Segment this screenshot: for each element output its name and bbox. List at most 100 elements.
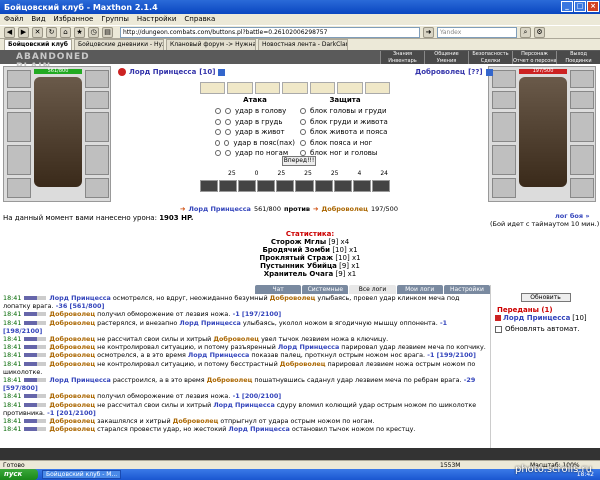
group-icon[interactable]: ▤ bbox=[102, 26, 113, 38]
defense-radio[interactable] bbox=[300, 139, 306, 146]
search-input[interactable]: Yandex bbox=[437, 26, 517, 38]
log-actor[interactable]: Доброволец bbox=[49, 310, 95, 318]
attack-radio[interactable] bbox=[225, 129, 231, 136]
ability-icon[interactable] bbox=[219, 180, 238, 192]
start-button[interactable]: пуск bbox=[0, 469, 38, 480]
log-actor[interactable]: Доброволец bbox=[49, 425, 95, 433]
earring-slot[interactable] bbox=[85, 70, 109, 88]
ability-icon[interactable] bbox=[257, 180, 276, 192]
log-target[interactable]: Лорд Принцесса bbox=[179, 319, 240, 327]
spell-slot[interactable] bbox=[337, 82, 363, 94]
log-actor[interactable]: Лорд Принцесса bbox=[49, 376, 110, 384]
favorites-icon[interactable]: ★ bbox=[74, 26, 85, 38]
defense-radio[interactable] bbox=[300, 108, 306, 115]
log-target[interactable]: Лорд Принцесса bbox=[228, 425, 289, 433]
address-input[interactable]: http://dungeon.combats.com/buttons.pl?ba… bbox=[120, 26, 420, 38]
ability-icon[interactable] bbox=[333, 180, 352, 192]
fight-log-link[interactable]: лог боя » bbox=[555, 212, 590, 220]
tab-system[interactable]: Системные сообщения bbox=[302, 285, 349, 302]
log-target[interactable]: Лорд Принцесса bbox=[278, 343, 339, 351]
enemy-info-icon[interactable] bbox=[485, 68, 493, 76]
player-name-vs[interactable]: Лорд Принцесса bbox=[188, 205, 251, 213]
tab-chat[interactable]: Чат bbox=[255, 285, 302, 294]
spell-slot[interactable] bbox=[309, 82, 336, 94]
member-name[interactable]: Лорд Принцесса bbox=[503, 314, 570, 322]
menu-favorites[interactable]: Избранное bbox=[54, 15, 94, 24]
attack-radio[interactable] bbox=[215, 118, 221, 125]
menu-groups[interactable]: Группы bbox=[101, 15, 129, 24]
ability-icon[interactable] bbox=[276, 180, 295, 192]
tab-all-logs[interactable]: Все логи bbox=[349, 285, 396, 294]
history-icon[interactable]: ◷ bbox=[88, 26, 99, 38]
ability-icon[interactable] bbox=[295, 180, 314, 192]
search-icon[interactable]: ⌕ bbox=[520, 26, 531, 38]
menu-file[interactable]: Файл bbox=[4, 15, 23, 24]
attack-radio[interactable] bbox=[225, 108, 231, 115]
tab-my-logs[interactable]: Мои логи bbox=[396, 285, 443, 294]
menu-help[interactable]: Справка bbox=[184, 15, 215, 24]
log-actor[interactable]: Доброволец bbox=[49, 335, 95, 343]
legs-slot[interactable] bbox=[85, 145, 109, 175]
attack-radio[interactable] bbox=[225, 150, 231, 157]
log-target[interactable]: Доброволец bbox=[213, 335, 259, 343]
attack-radio[interactable] bbox=[215, 150, 221, 157]
attack-radio[interactable] bbox=[224, 139, 230, 146]
refresh-button[interactable]: Обновить bbox=[520, 293, 571, 302]
player-avatar[interactable] bbox=[34, 77, 82, 187]
player-name[interactable]: Лорд Принцесса bbox=[129, 68, 196, 76]
log-actor[interactable]: Доброволец bbox=[49, 360, 95, 368]
log-actor[interactable]: Доброволец bbox=[49, 319, 95, 327]
defense-radio[interactable] bbox=[300, 129, 306, 136]
tab-clan-forum[interactable]: Клановый форум -> Нужна bbox=[165, 39, 256, 50]
tab-log-settings[interactable]: Настройки bbox=[443, 285, 491, 294]
spell-slot[interactable] bbox=[282, 82, 308, 94]
spell-slot[interactable] bbox=[200, 82, 226, 94]
stop-icon[interactable]: ✕ bbox=[32, 26, 43, 38]
tools-icon[interactable]: ⚙ bbox=[534, 26, 545, 38]
maximize-button[interactable]: □ bbox=[574, 1, 586, 12]
enemy-avatar[interactable] bbox=[519, 77, 567, 187]
ability-icon[interactable] bbox=[200, 180, 219, 192]
log-target[interactable]: Лорд Принцесса bbox=[213, 401, 274, 409]
menu-view[interactable]: Вид bbox=[31, 15, 45, 24]
minimize-button[interactable]: _ bbox=[561, 1, 573, 12]
attack-radio[interactable] bbox=[215, 139, 221, 146]
gloves-slot[interactable] bbox=[85, 91, 109, 109]
log-actor[interactable]: Доброволец bbox=[49, 401, 95, 409]
nav-skills[interactable]: Умения bbox=[424, 57, 468, 64]
forward-icon[interactable]: ▶ bbox=[18, 26, 29, 38]
attack-radio[interactable] bbox=[215, 108, 221, 115]
log-target[interactable]: Доброволец bbox=[270, 294, 316, 302]
go-button[interactable]: Вперед!!! bbox=[282, 156, 316, 166]
tab-news[interactable]: Новостная лента - DarkClan bbox=[257, 39, 348, 50]
tab-combats[interactable]: Бойцовский клуб bbox=[4, 39, 72, 50]
attack-radio[interactable] bbox=[215, 129, 221, 136]
log-target[interactable]: Доброволец bbox=[173, 417, 219, 425]
ability-icon[interactable] bbox=[314, 180, 333, 192]
enemy-name-vs[interactable]: Доброволец bbox=[321, 205, 367, 213]
defense-radio[interactable] bbox=[300, 118, 306, 125]
helmet-slot[interactable] bbox=[7, 70, 31, 88]
spell-slot[interactable] bbox=[227, 82, 253, 94]
weapon-slot[interactable] bbox=[7, 112, 31, 142]
auto-refresh-checkbox[interactable] bbox=[495, 325, 502, 333]
home-icon[interactable]: ⌂ bbox=[60, 26, 71, 38]
info-icon[interactable] bbox=[218, 68, 226, 76]
nav-battles[interactable]: Поединки bbox=[556, 57, 600, 64]
log-target[interactable]: Доброволец bbox=[207, 376, 253, 384]
nav-report[interactable]: Отчет о персонаже bbox=[512, 57, 556, 64]
enemy-name[interactable]: Доброволец bbox=[415, 68, 465, 76]
ability-icon[interactable] bbox=[238, 180, 257, 192]
log-actor[interactable]: Доброволец bbox=[49, 392, 95, 400]
nav-deals[interactable]: Сделки bbox=[468, 57, 512, 64]
shield-slot[interactable] bbox=[85, 112, 109, 142]
ability-icon[interactable] bbox=[352, 180, 371, 192]
ability-icon[interactable] bbox=[371, 180, 390, 192]
log-actor[interactable]: Доброволец bbox=[49, 351, 95, 359]
go-icon[interactable]: ➜ bbox=[423, 26, 434, 38]
back-icon[interactable]: ◀ bbox=[4, 26, 15, 38]
log-actor[interactable]: Доброволец bbox=[49, 343, 95, 351]
taskbar-task[interactable]: Бойцовский клуб - M... bbox=[42, 470, 122, 479]
attack-radio[interactable] bbox=[225, 118, 231, 125]
menu-settings[interactable]: Настройки bbox=[137, 15, 177, 24]
